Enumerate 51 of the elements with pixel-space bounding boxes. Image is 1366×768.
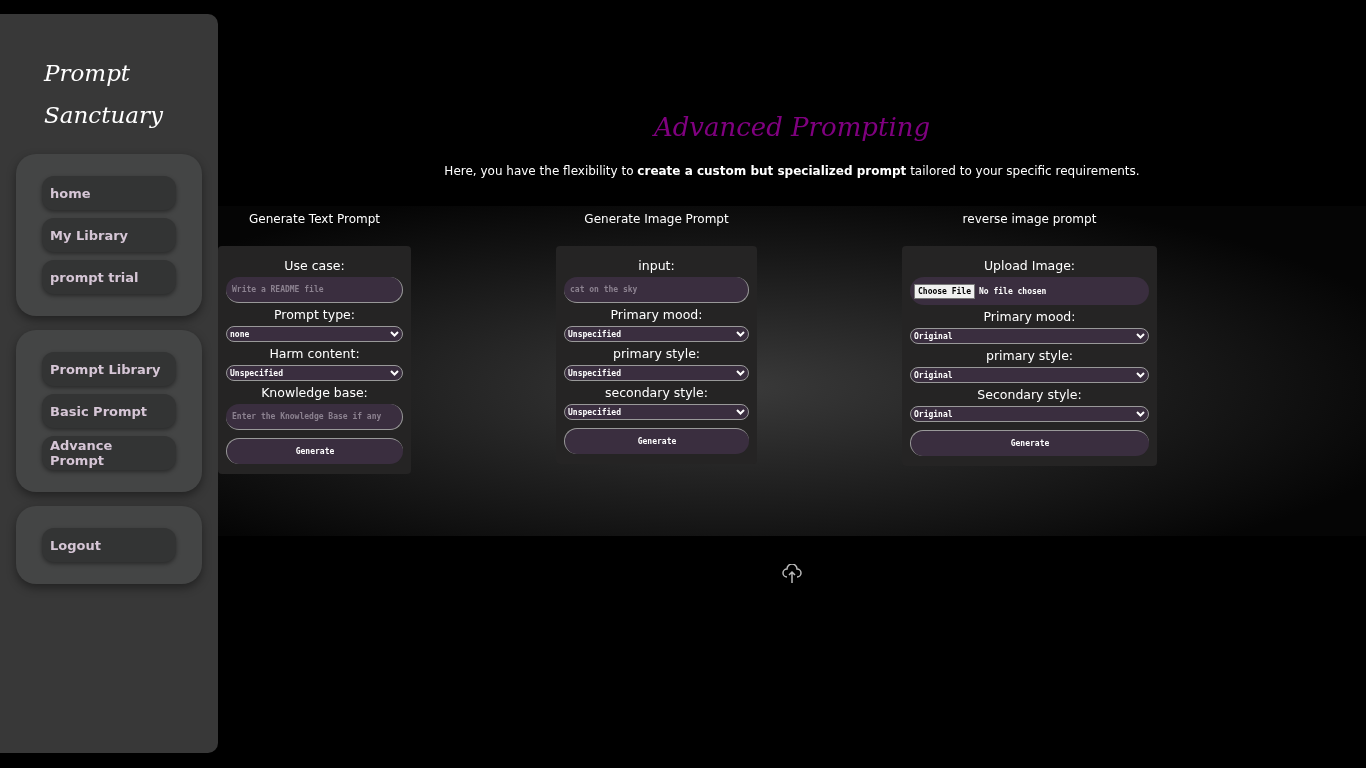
- dropdown[interactable]: Unspecified: [564, 365, 749, 381]
- generate-button[interactable]: Generate: [910, 430, 1149, 456]
- choose-file-button[interactable]: Choose File: [914, 283, 975, 299]
- dropdown[interactable]: Unspecified: [564, 404, 749, 420]
- nav-item[interactable]: Basic Prompt: [42, 394, 176, 428]
- panel-title: reverse image prompt: [962, 212, 1097, 226]
- chevron-icon: [390, 370, 399, 376]
- chevron-icon: [736, 370, 745, 376]
- brand-logo-text: Prompt: [44, 59, 132, 88]
- text-field[interactable]: Enter the Knowledge Base if any: [226, 404, 403, 430]
- page-title: Advanced Prompting: [653, 112, 931, 142]
- chevron-icon: [1136, 372, 1145, 378]
- field-label: Upload Image:: [982, 258, 1077, 273]
- nav-item[interactable]: Prompt Library: [42, 352, 176, 386]
- field-label: input:: [637, 258, 676, 273]
- text-field[interactable]: cat on the sky: [564, 277, 749, 303]
- chevron-icon: [736, 409, 745, 415]
- dropdown[interactable]: Original: [910, 406, 1149, 422]
- field-label: Harm content:: [268, 346, 361, 361]
- field-label: primary style:: [984, 348, 1075, 363]
- nav-item[interactable]: Advance Prompt: [42, 436, 176, 470]
- field-label: Primary mood:: [982, 309, 1077, 324]
- brand-logo-text: Sanctuary: [44, 101, 164, 130]
- dropdown[interactable]: none: [226, 326, 403, 342]
- nav-item[interactable]: prompt trial: [42, 260, 176, 294]
- panel-title: Generate Image Prompt: [584, 212, 729, 226]
- text-field[interactable]: Write a README file: [226, 277, 403, 303]
- generate-button[interactable]: Generate: [226, 438, 403, 464]
- nav-item[interactable]: home: [42, 176, 176, 210]
- field-label: Primary mood:: [609, 307, 704, 322]
- nav-item[interactable]: Logout: [42, 528, 176, 562]
- file-status: No file chosen: [979, 286, 1047, 296]
- dropdown[interactable]: Unspecified: [564, 326, 749, 342]
- chevron-icon: [1136, 411, 1145, 417]
- dropdown[interactable]: Unspecified: [226, 365, 403, 381]
- field-label: Knowledge base:: [260, 385, 369, 400]
- field-label: Prompt type:: [273, 307, 356, 322]
- field-label: secondary style:: [604, 385, 709, 400]
- cloud-upload-icon: [781, 564, 803, 584]
- chevron-icon: [390, 331, 399, 337]
- dropdown[interactable]: Original: [910, 328, 1149, 344]
- field-label: Use case:: [283, 258, 346, 273]
- generate-button[interactable]: Generate: [564, 428, 749, 454]
- chevron-icon: [736, 331, 745, 337]
- nav-item[interactable]: My Library: [42, 218, 176, 252]
- panel-title: Generate Text Prompt: [249, 212, 380, 226]
- intro-text: Here, you have the flexibility to create a custom but specialized prompt tailored to your specific requirements.: [444, 164, 1140, 178]
- field-label: primary style:: [611, 346, 702, 361]
- field-label: Secondary style:: [976, 387, 1083, 402]
- chevron-icon: [1136, 333, 1145, 339]
- dropdown[interactable]: Original: [910, 367, 1149, 383]
